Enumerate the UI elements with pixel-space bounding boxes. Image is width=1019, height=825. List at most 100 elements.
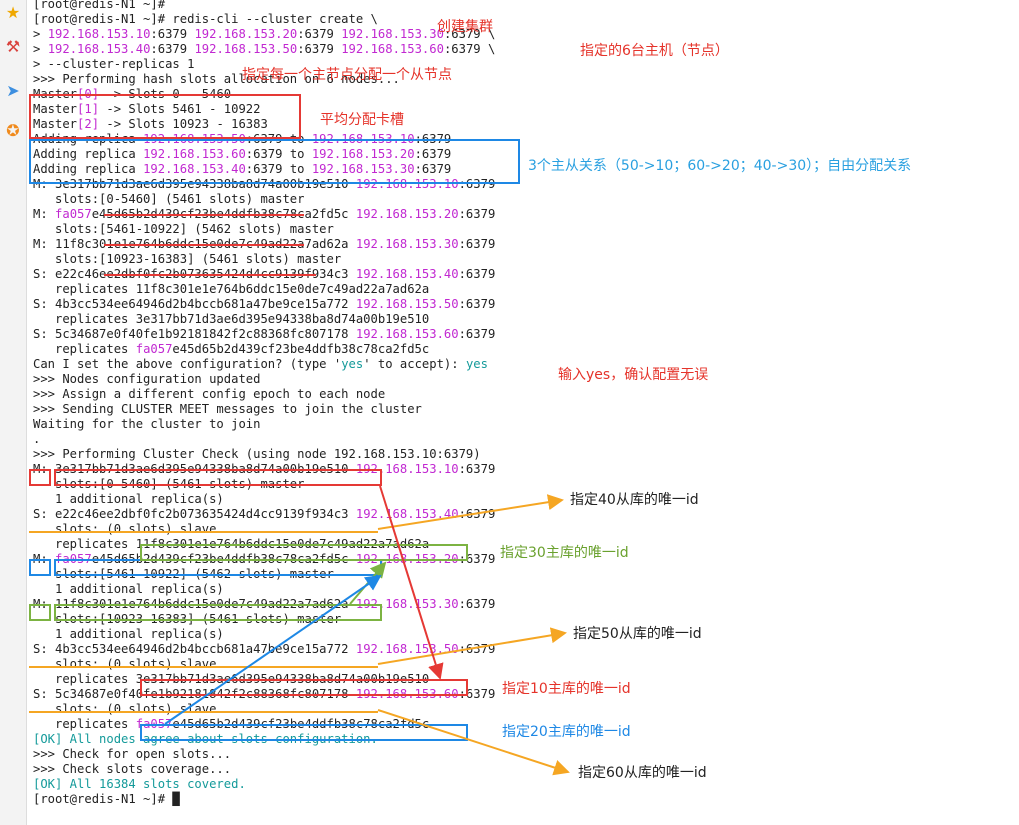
terminal-text: >>> Performing Cluster Check (using node… <box>33 447 481 461</box>
check-master30-label-box <box>29 604 51 621</box>
terminal-text: 1 additional replica(s) <box>33 492 224 506</box>
terminal-text: :6379 <box>458 507 496 521</box>
terminal-text: >>> Assign a different config epoch to e… <box>33 387 386 401</box>
highlight-text: fa057 <box>135 342 173 356</box>
terminal-line: > --cluster-replicas 1 <box>33 57 194 72</box>
terminal-line: . <box>33 432 40 447</box>
terminal-line: S: 4b3cc534ee64946d2b4bccb681a47be9ce15a… <box>33 297 495 312</box>
terminal-text: :6379 <box>297 42 342 56</box>
terminal-text: :6379 <box>458 237 496 251</box>
terminal-text: Waiting for the cluster to join <box>33 417 261 431</box>
sidebar: ★ ⚒ ➤ ✪ <box>0 0 27 825</box>
terminal-text: :6379 <box>458 597 496 611</box>
terminal-line: slots:[10923-16383] (5461 slots) master <box>33 252 341 267</box>
terminal-text: >>> Check for open slots... <box>33 747 232 761</box>
annotation-slave-60-id: 指定60从库的唯一id <box>578 765 707 781</box>
check-master20-id-box <box>54 559 382 576</box>
terminal-line: >>> Performing Cluster Check (using node… <box>33 447 481 462</box>
highlight-text: 192.168.153.20 <box>194 27 298 41</box>
terminal-text: slots:[0-5460] (5461 slots) master <box>33 192 305 206</box>
annotation-master-20-id: 指定20主库的唯一id <box>502 724 631 740</box>
terminal-text: :6379 <box>150 42 195 56</box>
highlight-text: 192.168.153.50 <box>355 297 459 311</box>
terminal-line: 1 additional replica(s) <box>33 582 224 597</box>
terminal-text: :6379 \ <box>443 42 496 56</box>
terminal-line: [root@redis-N1 ~]# <box>33 0 165 12</box>
replicates-10-box <box>140 679 468 696</box>
check-master10-label-box <box>29 469 51 486</box>
terminal-text: M: <box>33 207 56 221</box>
highlight-text: 192.168.153.40 <box>355 267 459 281</box>
terminal-line: replicates 11f8c301e1e764b6ddc15e0de7c49… <box>33 282 429 297</box>
terminal-text: e45d65b2d439cf23be4ddfb38c78ca2fd5c <box>172 342 430 356</box>
terminal-text: S: 4b3cc534ee64946d2b4bccb681a47be9ce15a… <box>33 297 356 311</box>
terminal-text: replicates 11f8c301e1e764b6ddc15e0de7c49… <box>33 282 430 296</box>
terminal-text: :6379 <box>458 297 496 311</box>
slave-60-underline <box>29 711 378 713</box>
terminal-line: S: e22c46ee2dbf0fc2b073635424d4cc9139f93… <box>33 507 495 522</box>
terminal-text: slots: (0 slots) slave <box>33 657 217 671</box>
terminal-text: slots:[5461-10922] (5462 slots) master <box>33 222 334 236</box>
terminal-line: > 192.168.153.40:6379 192.168.153.50:637… <box>33 42 495 57</box>
terminal-text: yes <box>465 357 488 371</box>
master-slots-box <box>29 94 301 139</box>
terminal-text: [root@redis-N1 ~]# <box>33 792 173 806</box>
terminal-line: replicates fa057e45d65b2d439cf23be4ddfb3… <box>33 342 429 357</box>
terminal-line: [root@redis-N1 ~]# redis-cli --cluster c… <box>33 12 378 27</box>
terminal-text: > <box>33 42 48 56</box>
terminal-line: >>> Check slots coverage... <box>33 762 231 777</box>
terminal-line: slots:[5461-10922] (5462 slots) master <box>33 222 334 237</box>
terminal-line: slots: (0 slots) slave <box>33 522 216 537</box>
slots-underline-2 <box>104 244 304 246</box>
terminal-line: >>> Sending CLUSTER MEET messages to joi… <box>33 402 422 417</box>
terminal-line: Can I set the above configuration? (type… <box>33 357 488 372</box>
terminal-text: replicates 3e317bb71d3ae6d395e94338ba8d7… <box>33 312 430 326</box>
terminal-line: slots: (0 slots) slave <box>33 702 216 717</box>
highlight-text: 192.168.153.10 <box>47 27 151 41</box>
terminal-text: Can I set the above configuration? (type… <box>33 357 342 371</box>
slots-underline-1 <box>104 214 304 216</box>
terminal-text: S: 5c34687e0f40fe1b92181842f2c88368fc807… <box>33 327 356 341</box>
highlight-text: 192.168.153.40 <box>47 42 151 56</box>
terminal-text: :6379 <box>297 27 342 41</box>
terminal-line: slots:[0-5460] (5461 slots) master <box>33 192 305 207</box>
highlight-text: 192.168.153.60 <box>341 42 444 56</box>
replicates-30-box <box>140 544 468 561</box>
annotation-slave-40-id: 指定40从库的唯一id <box>570 492 699 508</box>
terminal-line: replicates 3e317bb71d3ae6d395e94338ba8d7… <box>33 312 429 327</box>
annotation-even-slots: 平均分配卡槽 <box>320 112 404 128</box>
annotation-replicas: 指定每一个主节点分配一个从节点 <box>242 67 452 83</box>
send-icon[interactable]: ➤ <box>2 80 24 102</box>
check-master20-label-box <box>29 559 51 576</box>
annotation-six-hosts: 指定的6台主机（节点） <box>580 43 729 59</box>
badge-icon[interactable]: ✪ <box>2 120 24 142</box>
terminal-text: >>> Check slots coverage... <box>33 762 232 776</box>
terminal-text: S: 4b3cc534ee64946d2b4bccb681a47be9ce15a… <box>33 642 356 656</box>
star-icon[interactable]: ★ <box>2 2 24 24</box>
terminal-text: >>> Sending CLUSTER MEET messages to joi… <box>33 402 422 416</box>
terminal-line: >>> Nodes configuration updated <box>33 372 260 387</box>
terminal-line: slots: (0 slots) slave <box>33 657 216 672</box>
terminal-line: >>> Assign a different config epoch to e… <box>33 387 385 402</box>
highlight-text: 192.168.153.30 <box>355 237 459 251</box>
terminal-line: [root@redis-N1 ~]# █ <box>33 792 180 807</box>
terminal-text: > --cluster-replicas 1 <box>33 57 195 71</box>
annotation-input-yes: 输入yes，确认配置无误 <box>558 367 709 383</box>
check-master10-id-box <box>54 469 382 486</box>
terminal-text: █ <box>172 792 180 806</box>
terminal-text: > <box>33 27 48 41</box>
terminal-text: :6379 <box>458 642 496 656</box>
terminal-line: S: 4b3cc534ee64946d2b4bccb681a47be9ce15a… <box>33 642 495 657</box>
terminal-text: replicates <box>33 717 136 731</box>
annotation-master-10-id: 指定10主库的唯一id <box>502 681 631 697</box>
terminal-line: 1 additional replica(s) <box>33 627 224 642</box>
annotation-slave-50-id: 指定50从库的唯一id <box>573 626 702 642</box>
annotation-create-cluster: 创建集群 <box>437 19 493 35</box>
terminal-text: >>> Nodes configuration updated <box>33 372 261 386</box>
terminal-text: :6379 <box>458 327 496 341</box>
terminal-line: > 192.168.153.10:6379 192.168.153.20:637… <box>33 27 495 42</box>
terminal-text: :6379 <box>458 267 496 281</box>
tool-icon[interactable]: ⚒ <box>2 36 24 58</box>
highlight-text: 192.168.153.50 <box>355 642 459 656</box>
terminal-line: >>> Check for open slots... <box>33 747 231 762</box>
